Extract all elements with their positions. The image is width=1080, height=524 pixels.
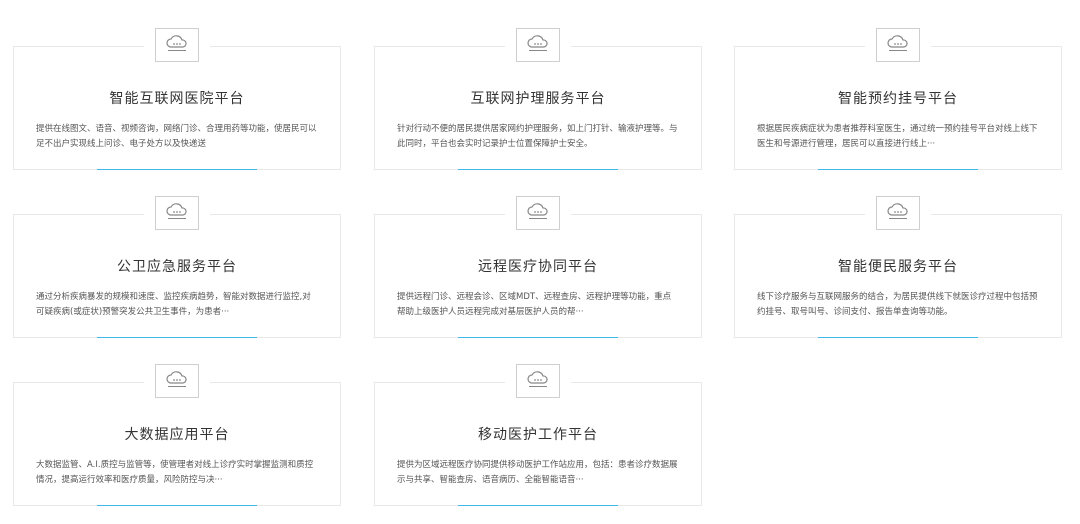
card-description: 针对行动不便的居民提供居家网约护理服务，如上门打针、输液护理等。与此同时，平台也… xyxy=(397,124,678,149)
cloud-icon xyxy=(516,196,560,230)
card-title: 智能互联网医院平台 xyxy=(109,91,245,107)
card-description: 大数据监管、A.I.质控与监管等，使管理者对线上诊疗实时掌握监测和质控情况，提高… xyxy=(36,460,314,485)
card-title: 智能便民服务平台 xyxy=(838,259,958,275)
card-description: 根据居民疾病症状为患者推荐科室医生，通过统一预约挂号平台对线上线下医生和号源进行… xyxy=(757,124,1038,149)
accent-bar xyxy=(818,169,978,170)
accent-bar xyxy=(97,337,257,338)
card-description: 线下诊疗服务与互联网服务的结合，为居民提供线下就医诊疗过程中包括预约挂号、取号叫… xyxy=(757,292,1038,317)
platform-card[interactable]: 移动医护工作平台 提供为区域远程医疗协同提供移动医护工作站应用，包括：患者诊疗数… xyxy=(374,364,702,506)
card-title: 互联网护理服务平台 xyxy=(470,91,606,107)
card-title: 智能预约挂号平台 xyxy=(838,91,958,107)
card-title: 远程医疗协同平台 xyxy=(478,259,598,275)
cloud-icon xyxy=(516,364,560,398)
platform-card[interactable]: 智能预约挂号平台 根据居民疾病症状为患者推荐科室医生，通过统一预约挂号平台对线上… xyxy=(734,28,1062,170)
accent-bar xyxy=(458,337,618,338)
card-description: 提供为区域远程医疗协同提供移动医护工作站应用，包括：患者诊疗数据展示与共享、智能… xyxy=(397,460,678,485)
card-title: 移动医护工作平台 xyxy=(478,427,598,443)
card-description: 提供远程门诊、远程会诊、区域MDT、远程查房、远程护理等功能，重点帮助上级医护人… xyxy=(397,292,672,317)
cloud-icon xyxy=(876,28,920,62)
card-description: 通过分析疾病暴发的规模和速度、监控疾病趋势，智能对数据进行监控,对可疑疾病(或症… xyxy=(36,292,311,317)
platform-card[interactable]: 智能互联网医院平台 提供在线图文、语音、视频咨询，网络门诊、合理用药等功能，使居… xyxy=(13,28,341,170)
accent-bar xyxy=(97,505,257,506)
card-title: 公卫应急服务平台 xyxy=(117,259,237,275)
platform-card[interactable]: 智能便民服务平台 线下诊疗服务与互联网服务的结合，为居民提供线下就医诊疗过程中包… xyxy=(734,196,1062,338)
accent-bar xyxy=(458,505,618,506)
platform-card[interactable]: 大数据应用平台 大数据监管、A.I.质控与监管等，使管理者对线上诊疗实时掌握监测… xyxy=(13,364,341,506)
platform-card[interactable]: 互联网护理服务平台 针对行动不便的居民提供居家网约护理服务，如上门打针、输液护理… xyxy=(374,28,702,170)
accent-bar xyxy=(818,337,978,338)
accent-bar xyxy=(458,169,618,170)
cloud-icon xyxy=(155,364,199,398)
card-description: 提供在线图文、语音、视频咨询，网络门诊、合理用药等功能，使居民可以足不出户实现线… xyxy=(36,124,317,149)
card-title: 大数据应用平台 xyxy=(124,427,230,443)
cloud-icon xyxy=(876,196,920,230)
platform-card[interactable]: 远程医疗协同平台 提供远程门诊、远程会诊、区域MDT、远程查房、远程护理等功能，… xyxy=(374,196,702,338)
platform-card[interactable]: 公卫应急服务平台 通过分析疾病暴发的规模和速度、监控疾病趋势，智能对数据进行监控… xyxy=(13,196,341,338)
cloud-icon xyxy=(155,28,199,62)
accent-bar xyxy=(97,169,257,170)
cloud-icon xyxy=(516,28,560,62)
cloud-icon xyxy=(155,196,199,230)
